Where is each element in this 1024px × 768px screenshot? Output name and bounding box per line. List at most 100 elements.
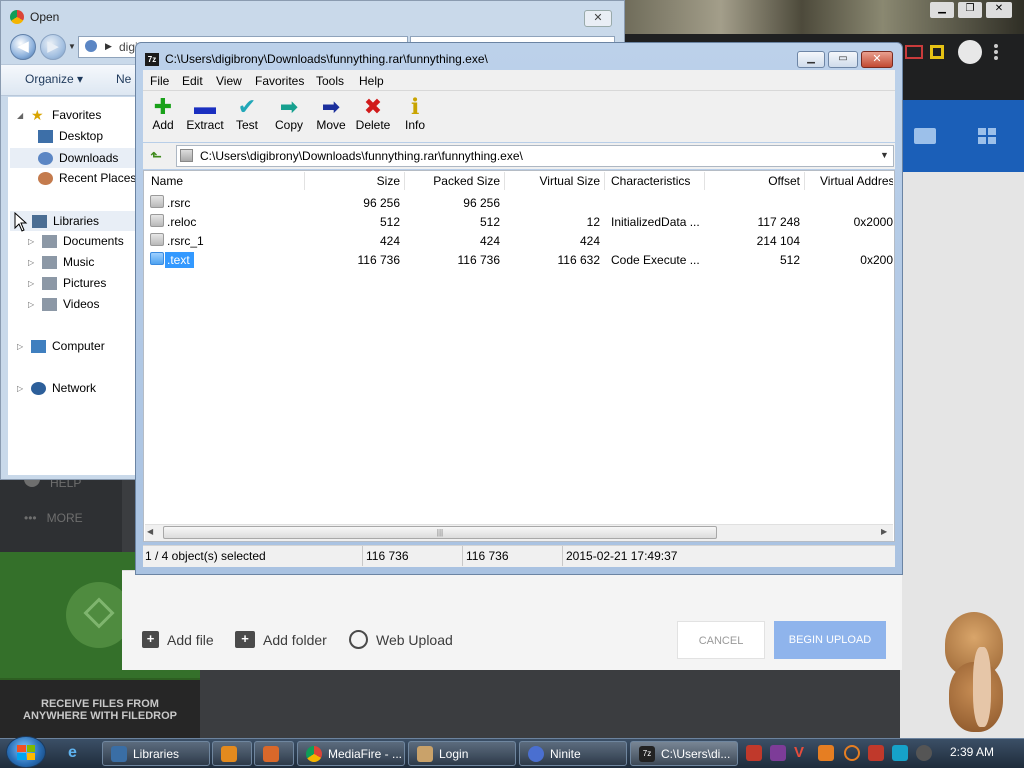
organize-button[interactable]: Organize ▾ bbox=[25, 72, 83, 86]
test-button[interactable]: ✔ Test bbox=[226, 96, 268, 133]
copy-arrow-icon: ➡ bbox=[279, 94, 299, 119]
copy-button[interactable]: ➡ Copy bbox=[268, 94, 310, 133]
grid-view-icon[interactable] bbox=[978, 128, 996, 144]
add-folder-button[interactable]: + Add folder bbox=[235, 631, 327, 648]
cell-offset: 117 248 bbox=[757, 215, 801, 229]
column-divider[interactable] bbox=[804, 172, 805, 190]
filedrop-caption[interactable]: RECEIVE FILES FROM ANYWHERE WITH FILEDRO… bbox=[12, 698, 188, 722]
add-file-icon: + bbox=[142, 631, 159, 648]
taskbar-login[interactable]: Login bbox=[408, 741, 516, 766]
user-avatar-icon[interactable] bbox=[958, 40, 982, 64]
network-icon bbox=[31, 381, 46, 395]
address-dropdown-icon[interactable]: ▼ bbox=[880, 150, 889, 160]
column-packed-size[interactable]: Packed Size bbox=[406, 174, 500, 188]
column-name[interactable]: Name bbox=[151, 174, 183, 188]
extract-button[interactable]: ▬ Extract bbox=[184, 96, 226, 133]
close-button[interactable]: ✕ bbox=[861, 51, 893, 68]
delete-button[interactable]: ✖ Delete bbox=[352, 94, 394, 133]
cell-characteristics: InitializedData ... bbox=[611, 215, 700, 229]
taskbar-mediafire[interactable]: MediaFire - ... bbox=[297, 741, 405, 766]
tray-search-icon[interactable] bbox=[844, 745, 860, 761]
forward-button[interactable]: ▶ bbox=[40, 34, 66, 60]
menu-view[interactable]: View bbox=[216, 74, 242, 88]
taskbar-paint[interactable] bbox=[254, 741, 294, 766]
scroll-right-icon[interactable]: ▶ bbox=[881, 527, 887, 536]
plus-icon: ✚ bbox=[153, 94, 173, 119]
column-virtual-size[interactable]: Virtual Size bbox=[506, 174, 600, 188]
downloads-icon bbox=[38, 151, 53, 165]
column-divider[interactable] bbox=[304, 172, 305, 190]
minimize-icon[interactable]: ▁ bbox=[930, 2, 954, 18]
nav-more-item[interactable]: ••• MORE bbox=[24, 511, 83, 525]
taskbar-libraries[interactable]: Libraries bbox=[102, 741, 210, 766]
mediafire-file-toolbar bbox=[900, 100, 1024, 172]
tray-volume-icon[interactable] bbox=[916, 745, 932, 761]
info-button[interactable]: ℹ Info bbox=[394, 96, 436, 133]
tree-item-network[interactable]: ▷ Network bbox=[17, 381, 96, 395]
taskbar-ninite[interactable]: Ninite bbox=[519, 741, 627, 766]
delete-x-icon: ✖ bbox=[363, 94, 383, 119]
tray-v-icon[interactable]: V bbox=[794, 745, 810, 761]
tree-item-desktop[interactable]: Desktop bbox=[38, 129, 103, 143]
notification-icon[interactable] bbox=[905, 45, 923, 59]
maximize-button[interactable]: ▭ bbox=[828, 51, 858, 68]
tray-firefox-icon[interactable] bbox=[818, 745, 834, 761]
tree-item-videos[interactable]: ▷ Videos bbox=[28, 297, 99, 311]
taskbar-sevenzip[interactable]: 7z C:\Users\di... bbox=[630, 741, 738, 766]
minimize-button[interactable]: ▁ bbox=[797, 51, 825, 68]
folder-stack-icon[interactable] bbox=[930, 45, 944, 59]
more-vertical-icon[interactable] bbox=[994, 44, 998, 60]
tree-item-libraries[interactable]: ▷Libraries bbox=[10, 211, 136, 231]
add-file-button[interactable]: + Add file bbox=[142, 631, 214, 648]
menu-file[interactable]: File bbox=[150, 74, 169, 88]
restore-icon[interactable]: ❐ bbox=[958, 2, 982, 18]
move-button[interactable]: ➡ Move bbox=[310, 96, 352, 133]
column-offset[interactable]: Offset bbox=[706, 174, 800, 188]
begin-upload-button[interactable]: BEGIN UPLOAD bbox=[774, 621, 886, 659]
menu-edit[interactable]: Edit bbox=[182, 74, 203, 88]
menu-tools[interactable]: Tools bbox=[316, 74, 344, 88]
menu-help[interactable]: Help bbox=[359, 74, 384, 88]
status-size: 116 736 bbox=[366, 549, 409, 563]
open-dialog-title: Open bbox=[30, 10, 60, 24]
windows-logo-icon bbox=[17, 745, 35, 760]
menu-favorites[interactable]: Favorites bbox=[255, 74, 304, 88]
tree-item-documents[interactable]: ▷ Documents bbox=[28, 234, 124, 248]
new-folder-icon[interactable] bbox=[914, 128, 936, 144]
open-dialog-close-button[interactable]: ✕ bbox=[584, 10, 612, 27]
column-divider[interactable] bbox=[704, 172, 705, 190]
taskbar-media-player[interactable] bbox=[212, 741, 252, 766]
new-folder-button[interactable]: Ne bbox=[116, 72, 131, 86]
tray-monitor-icon[interactable] bbox=[892, 745, 908, 761]
taskbar-clock[interactable]: 2:39 AM bbox=[950, 745, 994, 759]
sevenzip-icon: 7z bbox=[639, 745, 655, 762]
add-button[interactable]: ✚ Add bbox=[142, 94, 184, 133]
cell-vsize: 424 bbox=[579, 234, 600, 248]
tree-item-recent-places[interactable]: Recent Places bbox=[38, 171, 136, 185]
folder-up-icon[interactable]: ⬑ bbox=[146, 146, 166, 166]
column-divider[interactable] bbox=[604, 172, 605, 190]
recent-locations-icon[interactable]: ▼ bbox=[68, 42, 76, 51]
back-button[interactable]: ◀ bbox=[10, 34, 36, 60]
tree-item-downloads[interactable]: Downloads bbox=[10, 148, 136, 168]
cell-offset: 214 104 bbox=[756, 234, 800, 248]
cancel-button[interactable]: CANCEL bbox=[677, 621, 765, 659]
tree-item-favorites[interactable]: ◢ ★ Favorites bbox=[17, 108, 101, 123]
file-icon bbox=[150, 195, 164, 208]
tree-item-computer[interactable]: ▷ Computer bbox=[17, 339, 105, 353]
internet-explorer-icon[interactable]: e bbox=[68, 744, 88, 762]
tray-onenote-icon[interactable] bbox=[770, 745, 786, 761]
tree-item-pictures[interactable]: ▷ Pictures bbox=[28, 276, 106, 290]
column-virtual-address[interactable]: Virtual Addres bbox=[820, 174, 893, 188]
tray-app-icon[interactable] bbox=[746, 745, 762, 761]
scrollbar-thumb[interactable]: ||| bbox=[163, 526, 717, 539]
column-divider[interactable] bbox=[404, 172, 405, 190]
column-size[interactable]: Size bbox=[306, 174, 400, 188]
web-upload-button[interactable]: Web Upload bbox=[349, 630, 453, 649]
scroll-left-icon[interactable]: ◀ bbox=[147, 527, 153, 536]
tree-item-music[interactable]: ▷ Music bbox=[28, 255, 94, 269]
close-icon[interactable]: ✕ bbox=[986, 2, 1012, 18]
column-divider[interactable] bbox=[504, 172, 505, 190]
tray-flag-icon[interactable] bbox=[868, 745, 884, 761]
column-characteristics[interactable]: Characteristics bbox=[611, 174, 690, 188]
